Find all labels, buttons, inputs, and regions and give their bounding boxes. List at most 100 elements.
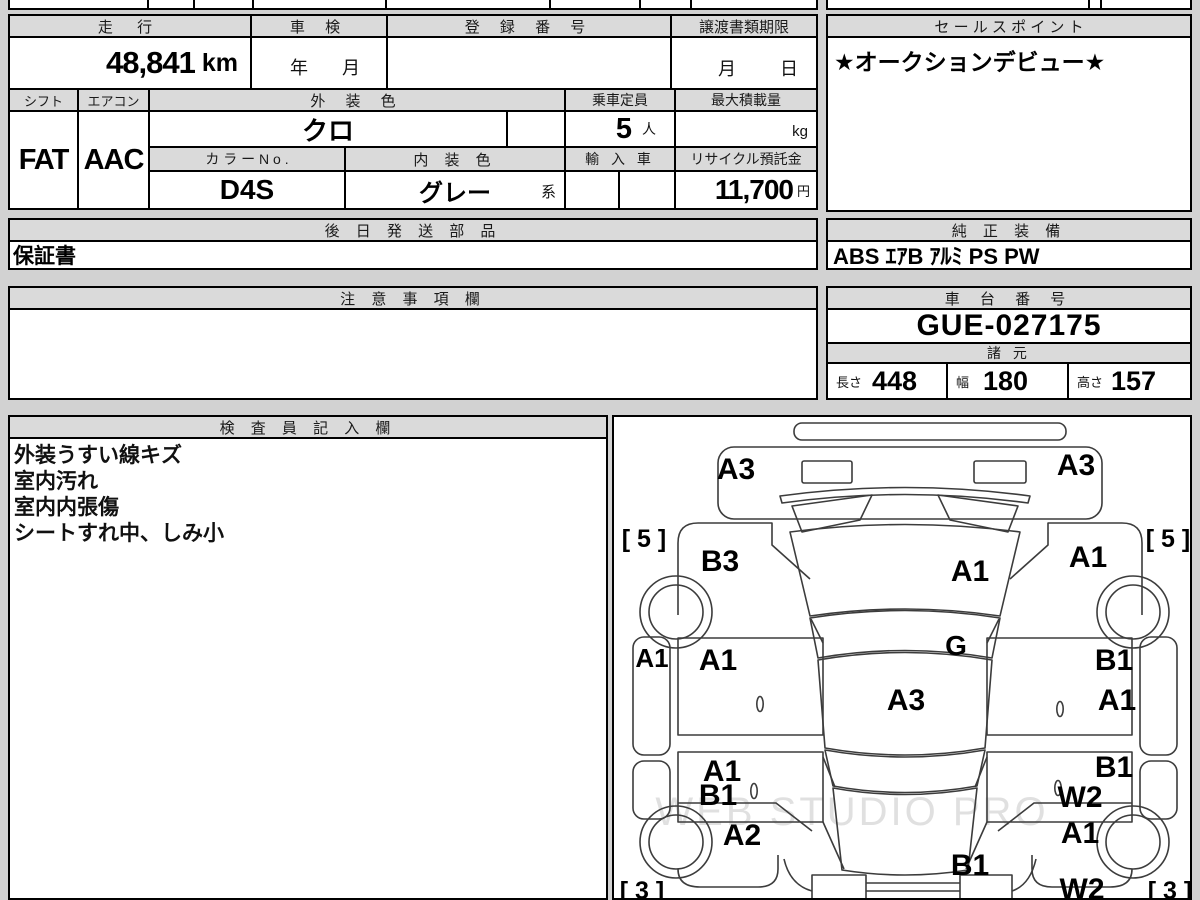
damage-code-label: B1 bbox=[1095, 751, 1133, 784]
registration-header-label: 登 録 番 号 bbox=[464, 18, 594, 36]
later-parts-header-label: 後 日 発 送 部 品 bbox=[324, 222, 502, 240]
divider bbox=[639, 0, 641, 8]
divider bbox=[252, 0, 254, 8]
shaken-year-label: 年 bbox=[290, 58, 308, 78]
shaken-value-cell: 年 月 bbox=[252, 38, 388, 90]
cautions-body bbox=[10, 310, 816, 398]
spec-width-label: 幅 bbox=[956, 374, 970, 390]
spec-width-value: 180 bbox=[983, 365, 1029, 396]
later-parts-body: 保証書 bbox=[10, 242, 816, 268]
inspector-notes-header-label: 検 査 員 記 入 欄 bbox=[219, 419, 397, 437]
interior-color-suffix: 系 bbox=[540, 184, 556, 201]
capacity-unit: 人 bbox=[642, 121, 656, 137]
shift-header: シフト bbox=[10, 90, 79, 112]
shaken-header-label: 車 検 bbox=[289, 18, 349, 36]
color-no-value-cell: D4S bbox=[150, 172, 346, 208]
damage-code-label: A1 bbox=[1069, 541, 1107, 574]
deadline-day-label: 日 bbox=[780, 59, 798, 79]
recycle-header: リサイクル預託金 bbox=[676, 148, 816, 172]
mileage-header-label: 走 行 bbox=[97, 18, 163, 36]
damage-code-label: A3 bbox=[717, 453, 755, 486]
recycle-header-label: リサイクル預託金 bbox=[690, 151, 802, 167]
damage-code-label: [ 5 ] bbox=[1146, 525, 1190, 553]
spec-length-cell: 長さ 448 bbox=[828, 364, 948, 398]
exterior-color-value-cell: クロ bbox=[150, 112, 508, 148]
cautions-panel: 注 意 事 項 欄 bbox=[8, 286, 818, 400]
damage-code-label: B1 bbox=[951, 849, 989, 882]
damage-code-label: B1 bbox=[699, 779, 737, 812]
damage-code-label: G bbox=[945, 630, 967, 661]
car-top-view-diagram: WEB STUDIO PRO A3 A3[5] [5]B3 A1A1GA… bbox=[620, 422, 1190, 898]
maxload-header-label: 最大積載量 bbox=[711, 92, 781, 108]
exterior-color-header-label: 外 装 色 bbox=[310, 92, 404, 110]
deadline-month-label: 月 bbox=[718, 59, 736, 79]
deadline-header: 譲渡書類期限 bbox=[672, 16, 816, 38]
later-parts-header: 後 日 発 送 部 品 bbox=[10, 220, 816, 242]
aircon-value: AAC bbox=[83, 143, 145, 176]
spec-length-label: 長さ bbox=[836, 374, 863, 390]
inspector-notes-header: 検 査 員 記 入 欄 bbox=[10, 417, 606, 439]
exterior-color-sub-cell bbox=[508, 112, 566, 148]
cutoff-row-right bbox=[826, 0, 1192, 10]
import-value-cell-1 bbox=[566, 172, 620, 208]
inspector-notes-body: 外装うすい線キズ 室内汚れ室内内張傷シートすれ中、しみ小 bbox=[10, 443, 606, 898]
divider bbox=[1100, 0, 1102, 8]
deadline-value-cell: 月 日 bbox=[672, 38, 816, 90]
interior-color-value: グレー bbox=[419, 179, 491, 207]
damage-diagram-panel: WEB STUDIO PRO A3 A3 [5] [5] B3 A1 A… bbox=[612, 415, 1192, 900]
damage-code-label: A1 bbox=[699, 644, 737, 677]
cautions-header-label: 注 意 事 項 欄 bbox=[340, 290, 486, 308]
shaken-header: 車 検 bbox=[252, 16, 388, 38]
shift-value-cell: FAT bbox=[10, 112, 79, 208]
maxload-unit: kg bbox=[792, 123, 808, 140]
import-header: 輸 入 車 bbox=[566, 148, 676, 172]
inspector-note-line: シートすれ中、しみ小 bbox=[14, 522, 224, 545]
recycle-unit: 円 bbox=[796, 183, 810, 199]
shaken-month-label: 月 bbox=[342, 58, 360, 78]
damage-code-label: A1 bbox=[951, 555, 989, 588]
damage-code-label: [ 3 ] bbox=[1148, 877, 1190, 898]
divider bbox=[1088, 0, 1090, 8]
capacity-header: 乗車定員 bbox=[566, 90, 676, 112]
recycle-value-cell: 11,700 円 bbox=[676, 172, 816, 208]
color-no-header-label: カ ラ ー N o . bbox=[205, 151, 289, 167]
chassis-header: 車 台 番 号 bbox=[828, 288, 1190, 310]
chassis-value: GUE-027175 bbox=[916, 309, 1102, 342]
equipment-body: ABS ｴｱB ｱﾙﾐ PS PW bbox=[828, 242, 1190, 269]
damage-code-label: A1 bbox=[1061, 817, 1099, 850]
damage-code-label: B1 bbox=[1095, 644, 1133, 677]
inspector-note-line: 外装うすい線キズ bbox=[14, 444, 182, 467]
inspector-notes-panel: 検 査 員 記 入 欄 外装うすい線キズ 室内汚れ室内内張傷シートすれ中、しみ小 bbox=[8, 415, 608, 900]
damage-code-label: A1 bbox=[1098, 684, 1136, 717]
damage-code-label: A3 bbox=[887, 684, 925, 717]
damage-code-label: W2 bbox=[1058, 781, 1103, 814]
color-no-header: カ ラ ー N o . bbox=[150, 148, 346, 172]
divider bbox=[690, 0, 692, 8]
chassis-panel: 車 台 番 号 GUE-027175 諸 元 長さ 448 幅 180 高さ 1… bbox=[826, 286, 1192, 400]
later-parts-value: 保証書 bbox=[13, 245, 76, 268]
import-value-cell-2 bbox=[620, 172, 676, 208]
damage-code-label: W2 bbox=[1060, 873, 1105, 898]
import-header-label: 輸 入 車 bbox=[585, 151, 655, 167]
divider bbox=[549, 0, 551, 8]
divider bbox=[193, 0, 195, 8]
equipment-header-label: 純 正 装 備 bbox=[951, 222, 1067, 240]
spec-width-cell: 幅 180 bbox=[948, 364, 1069, 398]
inspector-note-line: 室内汚れ bbox=[14, 470, 98, 493]
damage-code-label: [ 3 ] bbox=[620, 877, 664, 898]
spec-height-value: 157 bbox=[1111, 365, 1157, 396]
sales-point-text: ★オークションデビュー★ bbox=[834, 49, 1106, 75]
vehicle-info-table: 走 行 車 検 登 録 番 号 譲渡書類期限 48,841 km 年 月 月 日… bbox=[8, 14, 818, 210]
mileage-unit: km bbox=[201, 48, 238, 77]
exterior-color-value: クロ bbox=[301, 115, 354, 146]
specs-header: 諸 元 bbox=[828, 344, 1190, 364]
inspector-note-line: 室内内張傷 bbox=[14, 496, 119, 519]
cautions-header: 注 意 事 項 欄 bbox=[10, 288, 816, 310]
chassis-header-label: 車 台 番 号 bbox=[944, 290, 1074, 308]
sales-point-header: セ ー ル ス ポ イ ン ト bbox=[828, 16, 1190, 38]
aircon-header: エアコン bbox=[79, 90, 150, 112]
interior-color-value-cell: グレー 系 bbox=[346, 172, 566, 208]
divider bbox=[147, 0, 149, 8]
cutoff-row-left bbox=[8, 0, 818, 10]
damage-code-label: A3 bbox=[1057, 449, 1095, 482]
